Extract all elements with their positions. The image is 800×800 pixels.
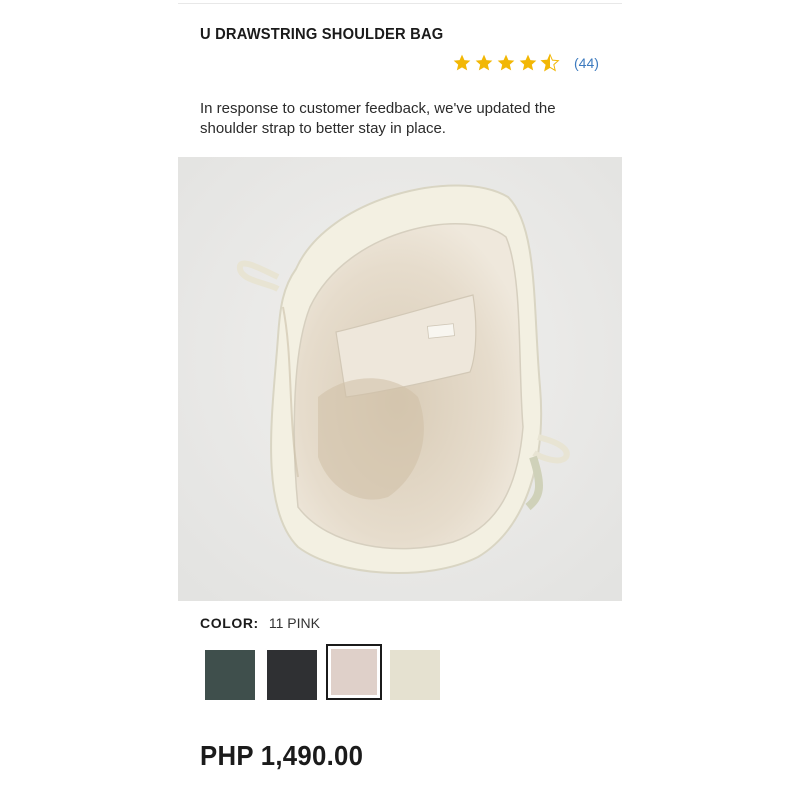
color-selection: COLOR: 11 PINK [200,615,320,631]
product-title: U DRAWSTRING SHOULDER BAG [200,26,444,43]
half-star-icon [540,53,560,72]
swatch-natural[interactable] [390,650,440,700]
divider [178,3,622,4]
star-icon [475,54,493,71]
product-description: In response to customer feedback, we've … [200,100,556,137]
star-rating [452,53,560,73]
swatch-fill [267,650,317,700]
rating-summary[interactable]: (44) [452,53,599,73]
star-icon [453,54,471,71]
color-swatches [200,644,620,708]
bag-illustration [178,157,622,601]
swatch-fill [331,649,377,695]
star-icon [497,54,515,71]
product-panel: U DRAWSTRING SHOULDER BAG (44) In respon… [178,0,622,800]
swatch-fill [205,650,255,700]
product-price: PHP 1,490.00 [200,740,364,771]
review-count-link[interactable]: (44) [574,55,599,71]
swatch-pink-selected[interactable] [326,644,382,700]
product-image[interactable]: 8 13 [178,157,622,601]
swatch-black[interactable] [267,650,317,700]
swatch-fill [390,650,440,700]
selected-color-name: 11 PINK [268,615,320,631]
color-label: COLOR: [200,615,259,631]
swatch-dark-green[interactable] [205,650,255,700]
star-icon [519,54,537,71]
